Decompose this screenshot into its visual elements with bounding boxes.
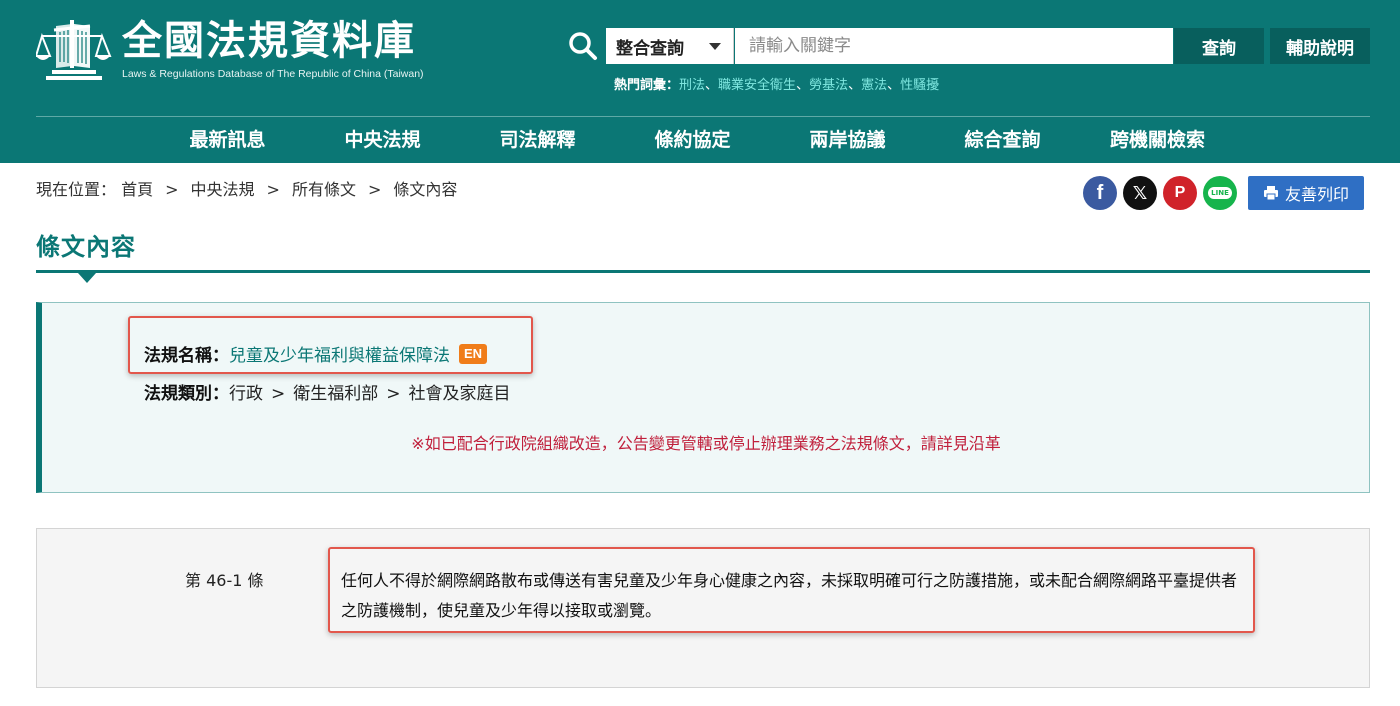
- facebook-icon: f: [1096, 181, 1104, 204]
- print-label: 友善列印: [1284, 185, 1349, 204]
- reorganization-notice: ※如已配合行政院組織改造，公告變更管轄或停止辦理業務之法規條文，請詳見沿革: [0, 430, 1400, 454]
- plurk-share-button[interactable]: P: [1163, 176, 1197, 210]
- line-share-button[interactable]: LINE: [1203, 176, 1237, 210]
- x-icon: 𝕏: [1132, 182, 1148, 204]
- printer-icon: [1263, 186, 1278, 201]
- hot-terms-label: 熱門詞彙：: [614, 78, 680, 93]
- search-scope-value: 整合查詢: [616, 38, 684, 59]
- site-subtitle: Laws & Regulations Database of The Repub…: [122, 68, 424, 80]
- hot-term-separator: 、: [887, 78, 901, 93]
- breadcrumb-separator: >: [165, 180, 179, 199]
- site-logo[interactable]: 全國法規資料庫 Laws & Regulations Database of T…: [36, 14, 456, 88]
- facebook-share-button[interactable]: f: [1083, 176, 1117, 210]
- title-notch: [78, 273, 96, 283]
- breadcrumb-prefix: 現在位置：: [36, 180, 117, 199]
- hot-term-link[interactable]: 職業安全衛生: [718, 78, 796, 93]
- search-input[interactable]: [735, 28, 1173, 64]
- print-button[interactable]: 友善列印: [1248, 176, 1364, 210]
- hot-term-link[interactable]: 勞基法: [809, 78, 848, 93]
- category-separator: >: [386, 384, 401, 404]
- hot-terms: 熱門詞彙：刑法、職業安全衛生、勞基法、憲法、性騷擾: [614, 74, 939, 93]
- hot-term-separator: 、: [705, 78, 719, 93]
- plurk-icon: P: [1174, 184, 1186, 201]
- nav-item-integrated-search[interactable]: 綜合查詢: [925, 117, 1080, 163]
- help-button[interactable]: 輔助說明: [1270, 28, 1370, 64]
- nav-item-treaties[interactable]: 條約協定: [615, 117, 770, 163]
- nav-item-news[interactable]: 最新訊息: [150, 117, 305, 163]
- nav-item-judicial-interpretations[interactable]: 司法解釋: [460, 117, 615, 163]
- breadcrumb-home[interactable]: 首頁: [121, 180, 153, 199]
- article-number: 第 46-1 條: [185, 571, 264, 590]
- site-header: 全國法規資料庫 Laws & Regulations Database of T…: [0, 0, 1400, 163]
- search-scope-select[interactable]: 整合查詢: [606, 28, 734, 64]
- law-category-label: 法規類別：: [144, 384, 229, 404]
- law-category-item: 衛生福利部: [293, 384, 379, 404]
- hot-term-separator: 、: [796, 78, 810, 93]
- law-category-item: 社會及家庭目: [408, 384, 511, 404]
- law-category-item: 行政: [229, 384, 263, 404]
- law-category-row: 法規類別：行政 > 衛生福利部 > 社會及家庭目: [144, 379, 511, 404]
- site-title: 全國法規資料庫: [122, 18, 416, 64]
- hot-term-link[interactable]: 憲法: [861, 78, 887, 93]
- scales-book-icon: [36, 20, 112, 80]
- main-nav: 最新訊息 中央法規 司法解釋 條約協定 兩岸協議 綜合查詢 跨機關檢索: [150, 117, 1250, 163]
- caret-down-icon: [709, 43, 721, 50]
- x-share-button[interactable]: 𝕏: [1123, 176, 1157, 210]
- breadcrumb-central-regulations[interactable]: 中央法規: [191, 180, 255, 199]
- highlight-box-law-name: [128, 316, 533, 374]
- page-title: 條文內容: [36, 233, 136, 261]
- hot-term-separator: 、: [848, 78, 862, 93]
- nav-item-cross-strait[interactable]: 兩岸協議: [770, 117, 925, 163]
- breadcrumb-separator: >: [266, 180, 280, 199]
- nav-item-cross-agency-search[interactable]: 跨機關檢索: [1080, 117, 1235, 163]
- article-text: 任何人不得於網際網路散布或傳送有害兒童及少年身心健康之內容，未採取明確可行之防護…: [341, 571, 1238, 620]
- title-underline: [36, 270, 1370, 273]
- breadcrumb: 現在位置： 首頁 > 中央法規 > 所有條文 > 條文內容: [36, 176, 457, 200]
- query-button[interactable]: 查詢: [1174, 28, 1264, 64]
- hot-term-link[interactable]: 刑法: [679, 78, 705, 93]
- breadcrumb-current: 條文內容: [393, 180, 458, 199]
- search-icon: [569, 32, 597, 60]
- nav-item-central-regulations[interactable]: 中央法規: [305, 117, 460, 163]
- breadcrumb-separator: >: [367, 180, 382, 199]
- breadcrumb-all-articles[interactable]: 所有條文: [292, 180, 356, 199]
- hot-term-link[interactable]: 性騷擾: [900, 78, 939, 93]
- share-bar: f 𝕏 P LINE: [1083, 176, 1243, 210]
- category-separator: >: [271, 384, 286, 404]
- notice-text: ※如已配合行政院組織改造，公告變更管轄或停止辦理業務之法規條文，請詳見沿革: [411, 434, 1001, 453]
- line-icon: LINE: [1208, 187, 1232, 199]
